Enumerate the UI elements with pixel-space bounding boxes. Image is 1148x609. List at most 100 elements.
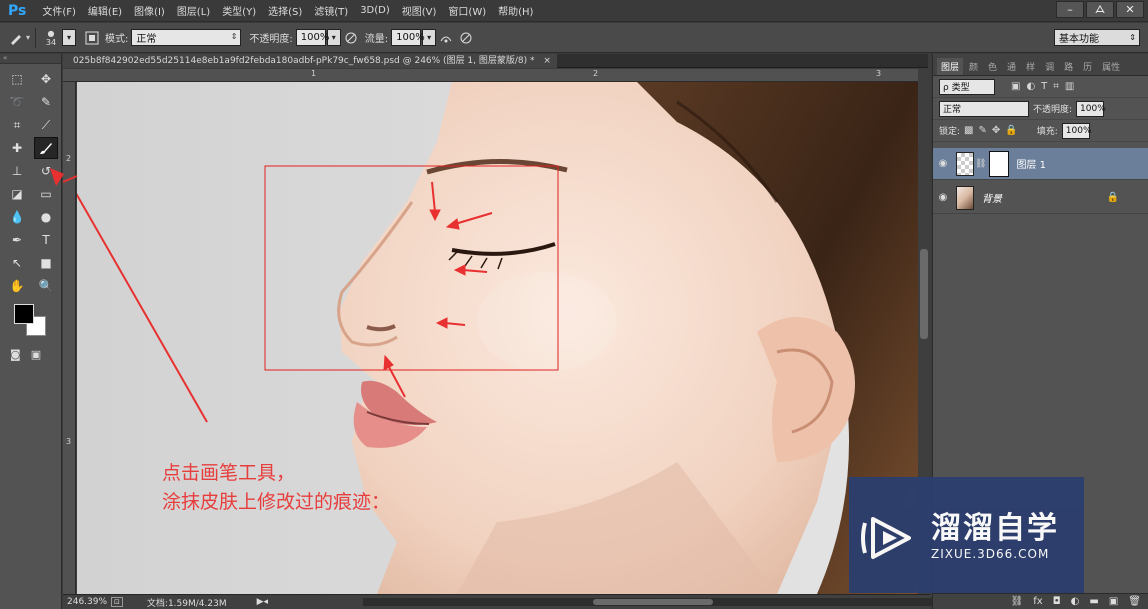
menu-help[interactable]: 帮助(H) xyxy=(492,3,539,18)
tab-panel[interactable]: 调 xyxy=(1041,58,1058,75)
fill-input[interactable]: 100% xyxy=(1061,122,1092,139)
filter-icons[interactable]: ▣◐T⌗▥ xyxy=(1011,81,1080,92)
link-icon[interactable]: ⛓ xyxy=(975,159,986,169)
eraser-tool-icon[interactable]: ◪ xyxy=(5,183,29,205)
close-button[interactable]: ✕ xyxy=(1116,1,1144,18)
quick-select-tool-icon[interactable]: ✎ xyxy=(34,91,58,113)
chevron-down-icon: ⇕ xyxy=(230,32,238,41)
zoom-tool-icon[interactable]: 🔍 xyxy=(34,275,58,297)
marquee-tool-icon[interactable]: ⬚ xyxy=(5,68,29,90)
toolbox-collapse-icon[interactable]: « xyxy=(0,54,61,64)
brush-preset-icon[interactable] xyxy=(6,28,26,48)
opacity-input[interactable]: 100% xyxy=(295,29,329,46)
tab-panel[interactable]: 颜 xyxy=(965,58,982,75)
document-canvas[interactable]: 点击画笔工具， 涂抹皮肤上修改过的痕迹： xyxy=(77,82,918,594)
hand-tool-icon[interactable]: ✋ xyxy=(5,275,29,297)
menu-image[interactable]: 图像(I) xyxy=(128,3,171,18)
pen-tool-icon[interactable]: ✒ xyxy=(5,229,29,251)
move-tool-icon[interactable]: ✥ xyxy=(34,68,58,90)
photoshop-logo: Ps xyxy=(8,2,27,19)
menu-3d[interactable]: 3D(D) xyxy=(354,5,396,16)
menu-select[interactable]: 选择(S) xyxy=(262,3,308,18)
screen-mode-icon[interactable]: ▣ xyxy=(31,348,41,361)
scroll-thumb[interactable] xyxy=(593,599,713,605)
pressure-opacity-icon[interactable] xyxy=(341,28,361,48)
healing-tool-icon[interactable]: ✚ xyxy=(5,137,29,159)
document-tab[interactable]: 025b8f842902ed55d25114e8eb1a9fd2febda180… xyxy=(63,54,557,68)
dodge-tool-icon[interactable]: ● xyxy=(34,206,58,228)
status-bar: 246.39% ⊡ 文档:1.59M/4.23M ▶◂ xyxy=(63,594,973,609)
link-icon[interactable]: ⛓ xyxy=(1011,596,1024,607)
color-swatches[interactable] xyxy=(12,302,52,342)
visibility-eye-icon[interactable]: ◉ xyxy=(933,192,953,203)
visibility-eye-icon[interactable]: ◉ xyxy=(933,158,953,169)
layer-opacity-input[interactable]: 100% xyxy=(1076,100,1106,117)
doc-info: 文档:1.59M/4.23M xyxy=(146,598,227,609)
tab-panel[interactable]: 路 xyxy=(1060,58,1077,75)
tab-panel[interactable]: 色 xyxy=(984,58,1001,75)
flow-input[interactable]: 100% xyxy=(391,29,425,46)
eyedropper-tool-icon[interactable]: ⟋ xyxy=(34,114,58,136)
tab-close-icon[interactable]: × xyxy=(543,56,551,66)
stamp-tool-icon[interactable]: ⊥ xyxy=(5,160,29,182)
chevron-down-icon[interactable]: ▾ xyxy=(62,29,77,46)
menu-filter[interactable]: 滤镜(T) xyxy=(308,3,354,18)
chevron-down-icon[interactable]: ▾ xyxy=(26,33,30,42)
tab-panel[interactable]: 通 xyxy=(1003,58,1020,75)
fx-icon[interactable]: fx xyxy=(1033,596,1042,607)
new-layer-icon[interactable]: ▣ xyxy=(1109,596,1118,607)
minimize-button[interactable]: – xyxy=(1056,1,1084,18)
tab-properties[interactable]: 属性 xyxy=(1098,58,1124,75)
lock-label: 锁定: xyxy=(939,127,961,137)
scroll-thumb[interactable] xyxy=(920,249,928,339)
restore-button[interactable]: ᗋ xyxy=(1086,1,1114,18)
history-brush-tool-icon[interactable]: ↺ xyxy=(34,160,58,182)
mask-icon[interactable]: ◘ xyxy=(1053,596,1061,607)
lasso-tool-icon[interactable]: ➰ xyxy=(5,91,29,113)
blur-tool-icon[interactable]: 💧 xyxy=(5,206,29,228)
opacity-value: 100% xyxy=(300,32,330,43)
workspace-select[interactable]: 基本功能 ⇕ xyxy=(1054,29,1140,46)
horizontal-scrollbar[interactable] xyxy=(363,598,973,606)
airbrush-icon[interactable] xyxy=(436,28,456,48)
blend-mode-select[interactable]: 正常 xyxy=(939,100,1029,117)
filter-kind-value: ρ 类型 xyxy=(943,83,970,93)
tab-panel[interactable]: 样 xyxy=(1022,58,1039,75)
menu-edit[interactable]: 编辑(E) xyxy=(82,3,128,18)
mode-select[interactable]: 正常 ⇕ xyxy=(131,29,242,46)
gradient-tool-icon[interactable]: ▭ xyxy=(34,183,58,205)
folder-icon[interactable]: ▬ xyxy=(1089,596,1098,607)
type-tool-icon[interactable]: T xyxy=(34,229,58,251)
layer-name: 图层 1 xyxy=(1016,160,1046,171)
tab-layers[interactable]: 图层 xyxy=(937,58,964,75)
shape-tool-icon[interactable]: ■ xyxy=(34,252,58,274)
menu-view[interactable]: 视图(V) xyxy=(396,3,443,18)
layer-row[interactable]: ◉ ⛓ 图层 1 xyxy=(933,148,1148,180)
menu-bar: Ps 文件(F) 编辑(E) 图像(I) 图层(L) 类型(Y) 选择(S) 滤… xyxy=(0,0,1148,22)
menu-layer[interactable]: 图层(L) xyxy=(171,3,216,18)
lock-icon: 🔒 xyxy=(1106,192,1119,203)
menu-window[interactable]: 窗口(W) xyxy=(442,3,492,18)
zoom-level[interactable]: 246.39% xyxy=(67,597,107,607)
lock-icons[interactable]: ▩✎✥🔒 xyxy=(964,125,1023,136)
brush-size-picker[interactable]: ● 34 xyxy=(41,28,61,48)
filter-kind-select[interactable]: ρ 类型 xyxy=(939,78,995,95)
layer-mask-thumbnail[interactable] xyxy=(989,150,1010,177)
brush-panel-icon[interactable] xyxy=(82,28,102,48)
crop-tool-icon[interactable]: ⌗ xyxy=(5,114,29,136)
adjustment-icon[interactable]: ◐ xyxy=(1071,596,1080,607)
pressure-size-icon[interactable] xyxy=(456,28,476,48)
tab-panel[interactable]: 历 xyxy=(1079,58,1096,75)
annotation-line-2: 涂抹皮肤上修改过的痕迹： xyxy=(162,491,391,513)
flow-label: 流量: xyxy=(364,34,389,45)
status-menu-arrow-icon[interactable]: ▶◂ xyxy=(257,597,268,607)
menu-type[interactable]: 类型(Y) xyxy=(216,3,262,18)
toolbox: « ⬚ ✥ ➰ ✎ ⌗ ⟋ ✚ ⊥ ↺ ◪ ▭ 💧 ● ✒ T ↖ ■ ✋ 🔍 … xyxy=(0,54,62,609)
foreground-color[interactable] xyxy=(14,304,34,324)
brush-tool-icon[interactable] xyxy=(34,137,58,159)
quick-mask-icon[interactable]: ◙ xyxy=(10,348,21,361)
trash-icon[interactable]: 🗑 xyxy=(1128,596,1141,607)
path-select-tool-icon[interactable]: ↖ xyxy=(5,252,29,274)
layer-row[interactable]: ◉ 背景 🔒 xyxy=(933,182,1148,214)
menu-file[interactable]: 文件(F) xyxy=(36,3,82,18)
